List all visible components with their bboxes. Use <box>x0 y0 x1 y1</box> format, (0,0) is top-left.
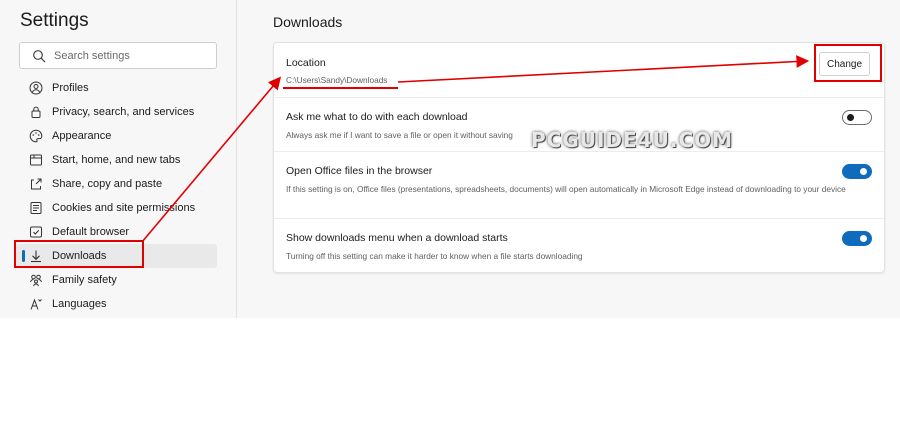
location-row: Location C:\Users\Sandy\Downloads Change <box>274 43 884 98</box>
appearance-icon <box>29 129 43 143</box>
lock-icon <box>31 106 41 118</box>
profile-icon <box>29 81 43 95</box>
ask-description: Always ask me if I want to save a file o… <box>286 130 513 140</box>
menu-row: Show downloads menu when a download star… <box>274 219 884 272</box>
office-row: Open Office files in the browser If this… <box>274 152 884 219</box>
location-path: C:\Users\Sandy\Downloads <box>286 75 388 85</box>
downloads-highlight-box <box>14 240 144 268</box>
toggle-knob <box>860 235 867 242</box>
sidebar-item-languages[interactable]: Languages <box>16 292 217 316</box>
location-label: Location <box>286 57 326 69</box>
sidebar-item-label: Share, copy and paste <box>52 178 163 190</box>
browser-icon <box>30 226 42 238</box>
ask-label: Ask me what to do with each download <box>286 111 468 123</box>
sidebar-title: Settings <box>20 10 89 31</box>
sidebar: Settings Profiles Privacy, search, and s… <box>0 0 237 318</box>
ask-toggle[interactable] <box>842 110 872 125</box>
menu-toggle[interactable] <box>842 231 872 246</box>
search-box[interactable] <box>19 42 217 69</box>
sidebar-item-family-safety[interactable]: Family safety <box>16 268 217 292</box>
sidebar-item-label: Default browser <box>52 226 130 238</box>
languages-icon <box>30 298 42 310</box>
downloads-settings-card: Location C:\Users\Sandy\Downloads Change… <box>273 42 885 273</box>
sidebar-item-appearance[interactable]: Appearance <box>16 124 217 148</box>
search-icon <box>33 50 46 63</box>
watermark: PCGUIDE4U.COM <box>531 128 734 152</box>
family-icon <box>30 274 42 287</box>
sidebar-item-share[interactable]: Share, copy and paste <box>16 172 217 196</box>
office-description: If this setting is on, Office files (pre… <box>286 184 846 194</box>
office-toggle[interactable] <box>842 164 872 179</box>
office-label: Open Office files in the browser <box>286 165 433 177</box>
sidebar-item-privacy[interactable]: Privacy, search, and services <box>16 100 217 124</box>
sidebar-item-label: Privacy, search, and services <box>52 106 195 118</box>
share-icon <box>31 178 42 190</box>
page-title: Downloads <box>273 14 343 30</box>
sidebar-item-label: Languages <box>52 298 107 310</box>
sidebar-item-profiles[interactable]: Profiles <box>16 76 217 100</box>
cookies-icon <box>30 202 42 214</box>
sidebar-item-label: Cookies and site permissions <box>52 202 196 214</box>
menu-label: Show downloads menu when a download star… <box>286 232 508 244</box>
sidebar-nav: Profiles Privacy, search, and services A… <box>16 76 217 316</box>
sidebar-item-label: Start, home, and new tabs <box>52 154 181 166</box>
sidebar-item-start-home[interactable]: Start, home, and new tabs <box>16 148 217 172</box>
sidebar-item-label: Family safety <box>52 274 117 286</box>
menu-description: Turning off this setting can make it har… <box>286 251 583 261</box>
path-underline <box>283 87 398 89</box>
sidebar-item-cookies[interactable]: Cookies and site permissions <box>16 196 217 220</box>
sidebar-item-label: Appearance <box>52 130 112 142</box>
change-highlight-box <box>814 44 882 82</box>
toggle-knob <box>847 114 854 121</box>
home-tabs-icon <box>30 154 42 166</box>
settings-window: Settings Profiles Privacy, search, and s… <box>0 0 900 318</box>
search-input[interactable] <box>54 47 209 65</box>
toggle-knob <box>860 168 867 175</box>
sidebar-item-label: Profiles <box>52 82 89 94</box>
